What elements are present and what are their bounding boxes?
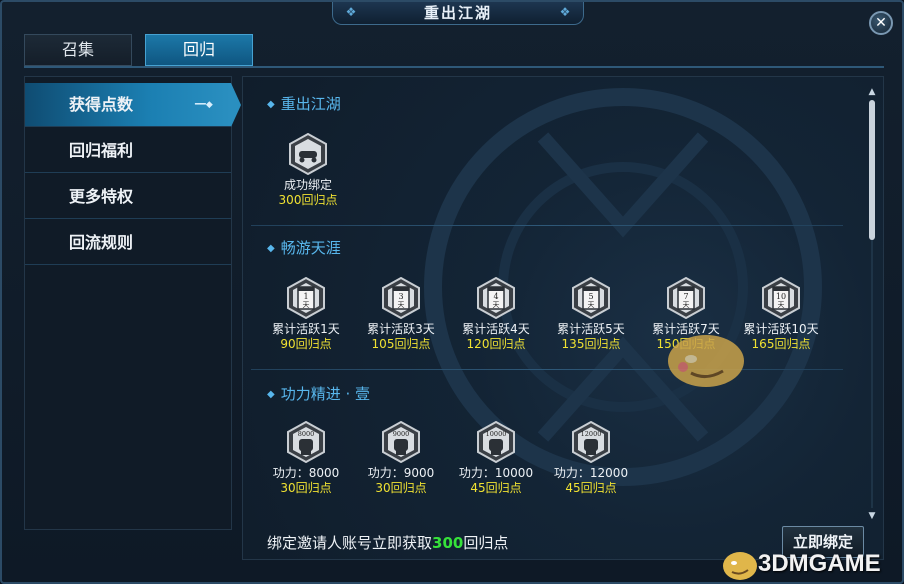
diamond-icon: ◆ — [267, 99, 275, 110]
close-icon: ✕ — [875, 15, 887, 31]
day-number: 7 — [683, 292, 688, 301]
sidebar: 获得点数 ━━◆ 回归福利 更多特权 回流规则 — [24, 76, 241, 530]
badge-days-2[interactable]: 4 天累计活跃4天 120回归点 — [451, 277, 541, 352]
watermark-text: 3DMGAME — [758, 550, 881, 577]
badge-label: 累计活跃1天 — [272, 322, 340, 336]
scroll-down-icon[interactable]: ▼ — [866, 510, 878, 522]
sidebar-item-label: 回流规则 — [69, 233, 134, 252]
day-unit: 天 — [588, 301, 595, 309]
day-unit: 天 — [398, 301, 405, 309]
badge-points: 45回归点 — [565, 481, 617, 495]
power-number: 8000 — [298, 430, 315, 438]
badge-label: 功力：9000 — [367, 466, 435, 480]
sidebar-item-label: 更多特权 — [69, 187, 134, 206]
power-number: 9000 — [393, 430, 410, 438]
day-unit: 天 — [493, 301, 500, 309]
badge-power-1[interactable]: 9000 功力：9000 30回归点 — [356, 421, 446, 496]
section-title-power: ◆ 功力精进 · 壹 — [267, 385, 371, 403]
sidebar-item-label: 回归福利 — [69, 141, 134, 160]
fist-power-icon: 9000 — [382, 421, 420, 463]
day-number: 1 — [303, 292, 308, 301]
sidebar-item-return-rules[interactable]: 回流规则 — [25, 221, 231, 265]
close-button[interactable]: ✕ — [869, 11, 893, 35]
badge-power-3[interactable]: 12000 功力：12000 45回归点 — [546, 421, 636, 496]
section-divider — [251, 369, 843, 370]
badge-days-1[interactable]: 3 天累计活跃3天 105回归点 — [356, 277, 446, 352]
badge-power-0[interactable]: 8000 功力：8000 30回归点 — [261, 421, 351, 496]
sidebar-item-return-benefits[interactable]: 回归福利 — [25, 129, 231, 173]
badge-label: 累计活跃3天 — [367, 322, 435, 336]
badge-label: 成功绑定 — [283, 178, 332, 192]
calendar-day-icon: 7天 — [667, 277, 705, 319]
day-number: 3 — [398, 292, 403, 301]
promo-highlight: 300 — [432, 534, 464, 552]
sidebar-item-label: 获得点数 — [69, 95, 134, 114]
badge-label: 功力：10000 — [458, 466, 534, 480]
badge-points: 105回归点 — [371, 337, 431, 351]
mascot-icon — [668, 335, 744, 387]
fist-power-icon: 10000 — [477, 421, 515, 463]
calendar-day-icon: 5天 — [572, 277, 610, 319]
badge-label: 累计活跃5天 — [557, 322, 625, 336]
day-unit: 天 — [778, 301, 785, 309]
active-pointer-icon — [231, 83, 241, 127]
tab-underline — [24, 66, 884, 68]
section-title-return: ◆ 重出江湖 — [267, 95, 341, 113]
day-unit: 天 — [303, 301, 310, 309]
badge-days-0[interactable]: 1 天累计活跃1天 90回归点 — [261, 277, 351, 352]
diamond-icon: ◆ — [267, 389, 275, 400]
diamond-icon: ◆ — [267, 243, 275, 254]
badge-points: 45回归点 — [470, 481, 522, 495]
mascot-logo-icon — [723, 552, 757, 580]
tab-summon[interactable]: 召集 — [24, 34, 132, 66]
badge-days-3[interactable]: 5 天累计活跃5天 135回归点 — [546, 277, 636, 352]
tab-return-label: 回归 — [182, 40, 215, 59]
tab-return[interactable]: 回归 — [145, 34, 253, 66]
right-ornament-icon: ❖ — [559, 5, 571, 19]
calendar-day-icon: 10天 — [762, 277, 800, 319]
calendar-day-icon: 3天 — [382, 277, 420, 319]
scroll-thumb[interactable] — [869, 100, 875, 240]
dialog-title: 重出江湖 — [423, 4, 492, 22]
left-ornament-icon: ❖ — [345, 5, 357, 19]
title-bar: ❖ 重出江湖 ❖ — [332, 2, 584, 25]
handshake-icon — [289, 133, 327, 175]
vertical-scrollbar[interactable]: ▲ ▼ — [866, 86, 878, 522]
badge-label: 功力：12000 — [553, 466, 629, 480]
badge-label: 功力：8000 — [272, 466, 340, 480]
badge-points: 135回归点 — [561, 337, 621, 351]
badge-points: 30回归点 — [280, 481, 332, 495]
day-number: 10 — [776, 292, 786, 301]
badge-label: 累计活跃4天 — [462, 322, 530, 336]
section-title-travel: ◆ 畅游天涯 — [267, 239, 341, 257]
calendar-day-icon: 1天 — [287, 277, 325, 319]
badge-bind-success[interactable]: 成功绑定 300回归点 — [263, 133, 353, 208]
calendar-day-icon: 4天 — [477, 277, 515, 319]
arrow-deco-icon: ━━◆ — [195, 100, 213, 110]
power-number: 10000 — [486, 430, 507, 438]
badge-points: 120回归点 — [466, 337, 526, 351]
badge-points: 90回归点 — [280, 337, 332, 351]
fist-power-icon: 8000 — [287, 421, 325, 463]
watermark-logo: 3DMGAME — [718, 546, 898, 584]
day-number: 4 — [493, 292, 498, 301]
sidebar-item-more-privileges[interactable]: 更多特权 — [25, 175, 231, 219]
return-dialog: ❖ 重出江湖 ❖ ✕ 召集 回归 获得点数 ━━◆ 回归福利 更多特权 回流规则 — [0, 0, 904, 584]
scroll-up-icon[interactable]: ▲ — [866, 86, 878, 98]
badge-power-2[interactable]: 10000 功力：10000 45回归点 — [451, 421, 541, 496]
power-number: 12000 — [581, 430, 602, 438]
sidebar-item-earn-points[interactable]: 获得点数 ━━◆ — [25, 83, 241, 127]
fist-power-icon: 12000 — [572, 421, 610, 463]
day-unit: 天 — [683, 301, 690, 309]
bind-promo-text: 绑定邀请人账号立即获取300回归点 — [267, 534, 509, 552]
badge-points: 30回归点 — [375, 481, 427, 495]
badge-points: 300回归点 — [278, 193, 338, 207]
content-panel: ◆ 重出江湖 成功绑定 300回归点 ◆ 畅游天涯 1 天累计活跃1天 90回归点 3 天累… — [242, 76, 884, 560]
tab-summon-label: 召集 — [61, 40, 94, 59]
section-divider — [251, 225, 843, 226]
day-number: 5 — [588, 292, 593, 301]
